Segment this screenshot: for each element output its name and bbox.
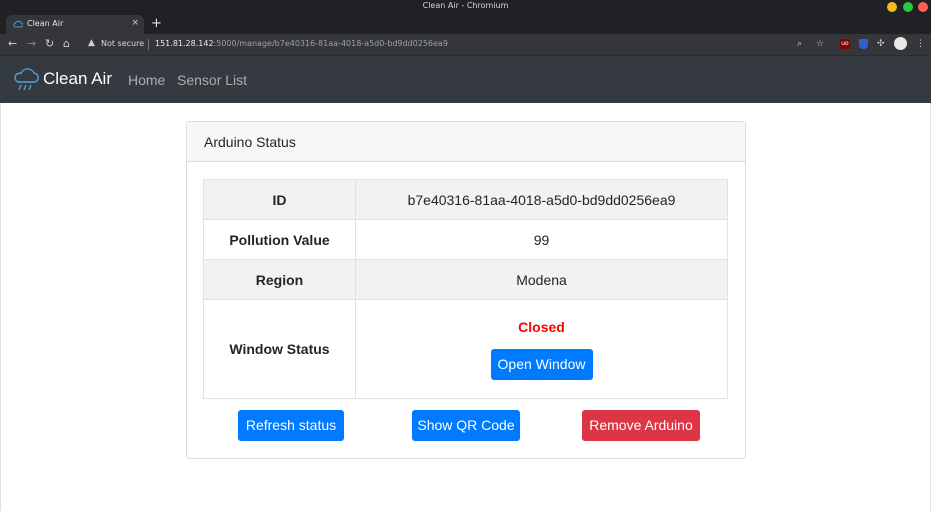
card-header: Arduino Status: [187, 122, 745, 162]
security-label[interactable]: Not secure: [101, 39, 144, 48]
status-table: ID b7e40316-81aa-4018-a5d0-bd9dd0256ea9 …: [203, 179, 728, 399]
nav-link-home[interactable]: Home: [128, 72, 165, 88]
minimize-button[interactable]: [887, 2, 897, 12]
arduino-status-card: Arduino Status ID b7e40316-81aa-4018-a5d…: [186, 121, 746, 459]
bookmark-star-icon[interactable]: ☆: [816, 38, 824, 50]
new-tab-button[interactable]: +: [151, 16, 162, 31]
forward-icon[interactable]: →: [27, 37, 36, 51]
app-navbar: Clean Air Home Sensor List: [0, 55, 931, 103]
table-row-region: Region Modena: [203, 259, 728, 300]
nav-link-sensor-list[interactable]: Sensor List: [177, 72, 247, 88]
ublock-extension-icon[interactable]: uo: [840, 39, 850, 49]
browser-menu-icon[interactable]: ⋮: [916, 38, 925, 50]
page-left-border: [0, 103, 1, 511]
back-icon[interactable]: ←: [8, 37, 17, 51]
address-bar[interactable]: 151.81.28.142:5000/manage/b7e40316-81aa-…: [155, 39, 448, 48]
cloud-rain-logo-icon[interactable]: [13, 67, 40, 93]
id-value: b7e40316-81aa-4018-a5d0-bd9dd0256ea9: [355, 179, 728, 220]
window-title: Clean Air - Chromium: [422, 1, 509, 10]
cloud-favicon-icon: [13, 20, 23, 28]
id-label: ID: [203, 179, 356, 220]
table-row-pollution: Pollution Value 99: [203, 219, 728, 260]
home-icon[interactable]: ⌂: [63, 37, 70, 51]
extensions-puzzle-icon[interactable]: ✣: [877, 38, 885, 50]
warning-icon[interactable]: ▲: [88, 38, 95, 48]
close-window-button[interactable]: [918, 2, 928, 12]
profile-avatar-icon[interactable]: [894, 37, 907, 50]
pollution-label: Pollution Value: [203, 219, 356, 260]
pollution-value: 99: [355, 219, 728, 260]
browser-tab[interactable]: Clean Air ×: [6, 15, 144, 34]
browser-toolbar: ← → ↻ ⌂ ▲ Not secure 151.81.28.142:5000/…: [0, 34, 931, 55]
window-titlebar: Clean Air - Chromium: [0, 0, 931, 14]
tab-strip: Clean Air × +: [0, 14, 931, 34]
shield-extension-icon[interactable]: [859, 39, 868, 49]
open-window-button[interactable]: Open Window: [490, 348, 593, 380]
address-separator: [148, 39, 149, 50]
window-status-value: Closed: [518, 318, 565, 335]
zoom-icon[interactable]: ⌕: [797, 38, 802, 50]
card-title: Arduino Status: [204, 134, 296, 150]
url-host: 151.81.28.142: [155, 39, 214, 48]
tab-close-icon[interactable]: ×: [131, 18, 139, 28]
tab-title: Clean Air: [27, 19, 64, 28]
maximize-button[interactable]: [903, 2, 913, 12]
table-row-window-status: Window Status Closed Open Window: [203, 299, 728, 399]
window-status-cell: Closed Open Window: [355, 299, 728, 399]
refresh-status-button[interactable]: Refresh status: [238, 410, 344, 441]
region-label: Region: [203, 259, 356, 300]
window-status-label: Window Status: [203, 299, 356, 399]
region-value: Modena: [355, 259, 728, 300]
url-path: :5000/manage/b7e40316-81aa-4018-a5d0-bd9…: [213, 39, 448, 48]
show-qr-code-button[interactable]: Show QR Code: [412, 410, 520, 441]
remove-arduino-button[interactable]: Remove Arduino: [582, 410, 700, 441]
table-row-id: ID b7e40316-81aa-4018-a5d0-bd9dd0256ea9: [203, 179, 728, 220]
brand-name[interactable]: Clean Air: [43, 69, 112, 89]
reload-icon[interactable]: ↻: [45, 37, 54, 51]
